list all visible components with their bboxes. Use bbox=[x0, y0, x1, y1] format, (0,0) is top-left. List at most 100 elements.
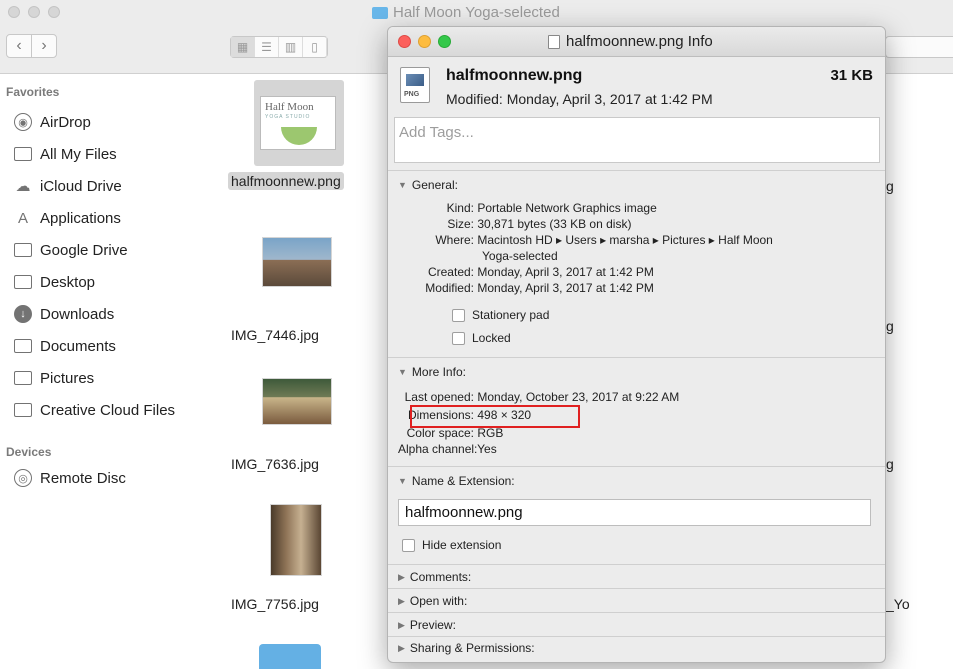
file-label-partial[interactable]: g bbox=[886, 456, 894, 472]
applications-icon: A bbox=[17, 209, 28, 227]
file-label-partial[interactable]: _Yo bbox=[886, 596, 910, 612]
last-opened-label: Last opened: bbox=[404, 390, 474, 404]
sidebar-item-all-my-files[interactable]: All My Files bbox=[14, 141, 117, 167]
cloud-icon: ☁ bbox=[15, 178, 31, 195]
where-label: Where: bbox=[435, 233, 474, 247]
info-close-button[interactable] bbox=[398, 35, 411, 48]
document-icon bbox=[548, 34, 560, 49]
file-label-partial[interactable]: g bbox=[886, 318, 894, 334]
section-comments-header[interactable]: ▶ Comments: bbox=[398, 570, 471, 584]
get-info-window: halfmoonnew.png Info PNG halfmoonnew.png… bbox=[387, 26, 886, 663]
folder-icon bbox=[372, 6, 388, 19]
hide-extension-checkbox-row[interactable]: Hide extension bbox=[402, 538, 501, 552]
info-zoom-button[interactable] bbox=[438, 35, 451, 48]
sidebar-item-icloud-drive[interactable]: ☁ iCloud Drive bbox=[14, 173, 122, 199]
folder-icon bbox=[14, 243, 32, 257]
section-divider bbox=[388, 636, 885, 637]
disclosure-closed-icon: ▶ bbox=[398, 595, 405, 606]
sidebar-item-remote-disc[interactable]: ◎ Remote Disc bbox=[14, 465, 126, 491]
forward-button[interactable]: › bbox=[31, 34, 57, 58]
airdrop-icon: ◉ bbox=[14, 113, 32, 131]
section-more-info-label: More Info: bbox=[411, 365, 466, 379]
section-open-with-label: Open with: bbox=[409, 594, 468, 608]
file-label[interactable]: IMG_7756.jpg bbox=[231, 596, 319, 612]
sidebar-item-label: Applications bbox=[40, 209, 121, 227]
sidebar-item-downloads[interactable]: ↓ Downloads bbox=[14, 301, 114, 327]
alpha-channel-value: Yes bbox=[477, 442, 497, 456]
documents-icon bbox=[14, 339, 32, 353]
section-divider bbox=[388, 357, 885, 358]
desktop-icon bbox=[14, 275, 32, 289]
column-view-icon[interactable]: ▥ bbox=[279, 37, 303, 57]
stationery-pad-checkbox-row[interactable]: Stationery pad bbox=[452, 308, 549, 322]
general-created-row: Created: Monday, April 3, 2017 at 1:42 P… bbox=[412, 265, 654, 279]
sidebar-item-label: Documents bbox=[40, 337, 116, 355]
section-divider bbox=[388, 612, 885, 613]
finder-minimize-button[interactable] bbox=[28, 6, 40, 18]
general-where-continuation: Yoga-selected bbox=[482, 249, 558, 263]
file-label[interactable]: IMG_7446.jpg bbox=[231, 327, 319, 343]
list-view-icon[interactable]: ☰ bbox=[255, 37, 279, 57]
section-open-with-header[interactable]: ▶ Open with: bbox=[398, 594, 467, 608]
tags-field[interactable]: Add Tags... bbox=[394, 117, 880, 163]
sidebar-item-desktop[interactable]: Desktop bbox=[14, 269, 95, 295]
file-label-partial[interactable]: g bbox=[886, 178, 894, 194]
sidebar-item-airdrop[interactable]: ◉ AirDrop bbox=[14, 109, 91, 135]
cover-flow-icon[interactable]: ▯ bbox=[303, 37, 327, 57]
info-title-text: halfmoonnew.png Info bbox=[566, 33, 713, 50]
sidebar-item-google-drive[interactable]: Google Drive bbox=[14, 237, 128, 263]
locked-checkbox[interactable] bbox=[452, 331, 465, 345]
finder-zoom-button[interactable] bbox=[48, 6, 60, 18]
color-space-label: Color space: bbox=[406, 426, 474, 440]
tags-placeholder: Add Tags... bbox=[399, 124, 474, 141]
icon-view-icon[interactable]: ▦ bbox=[231, 37, 255, 57]
finder-window-title: Half Moon Yoga-selected bbox=[372, 4, 560, 21]
size-label: Size: bbox=[447, 217, 474, 231]
disc-icon: ◎ bbox=[14, 469, 32, 487]
section-sharing-label: Sharing & Permissions: bbox=[409, 641, 535, 655]
all-files-icon bbox=[14, 147, 32, 161]
hide-extension-checkbox[interactable] bbox=[402, 538, 415, 552]
finder-title-text: Half Moon Yoga-selected bbox=[393, 4, 560, 21]
general-kind-row: Kind: Portable Network Graphics image bbox=[412, 201, 657, 215]
info-file-size: 31 KB bbox=[830, 67, 873, 84]
file-thumbnail-img-7446[interactable] bbox=[262, 237, 332, 287]
sidebar-item-pictures[interactable]: Pictures bbox=[14, 365, 94, 391]
folder-icon[interactable] bbox=[259, 644, 321, 669]
section-preview-header[interactable]: ▶ Preview: bbox=[398, 618, 456, 632]
alpha-channel-label: Alpha channel: bbox=[398, 442, 478, 456]
back-button[interactable]: ‹ bbox=[6, 34, 32, 58]
file-thumbnail-img-7756[interactable] bbox=[270, 504, 322, 576]
png-badge: PNG bbox=[404, 91, 420, 98]
section-general-header[interactable]: ▼ General: bbox=[398, 178, 458, 192]
view-mode-control[interactable]: ▦ ☰ ▥ ▯ bbox=[230, 36, 328, 58]
section-divider bbox=[388, 466, 885, 467]
sidebar-item-documents[interactable]: Documents bbox=[14, 333, 116, 359]
info-minimize-button[interactable] bbox=[418, 35, 431, 48]
file-label-selected[interactable]: halfmoonnew.png bbox=[228, 172, 344, 190]
finder-close-button[interactable] bbox=[8, 6, 20, 18]
section-name-extension-header[interactable]: ▼ Name & Extension: bbox=[398, 474, 515, 488]
sidebar-item-applications[interactable]: A Applications bbox=[14, 205, 121, 231]
dimensions-highlight-box bbox=[410, 405, 580, 428]
locked-checkbox-row[interactable]: Locked bbox=[452, 331, 511, 345]
section-more-info-header[interactable]: ▼ More Info: bbox=[398, 365, 466, 379]
sidebar-item-creative-cloud-files[interactable]: Creative Cloud Files bbox=[14, 397, 175, 423]
logo-bowl bbox=[281, 127, 317, 145]
file-thumbnail-halfmoon-logo[interactable]: Half Moon YOGA STUDIO bbox=[260, 96, 336, 150]
info-titlebar: halfmoonnew.png Info bbox=[388, 27, 885, 57]
last-opened-row: Last opened: Monday, October 23, 2017 at… bbox=[398, 390, 680, 404]
stationery-pad-checkbox[interactable] bbox=[452, 308, 465, 322]
info-header: PNG halfmoonnew.png 31 KB Modified: Mond… bbox=[388, 57, 885, 113]
camera-icon bbox=[14, 371, 32, 385]
file-label[interactable]: IMG_7636.jpg bbox=[231, 456, 319, 472]
section-sharing-header[interactable]: ▶ Sharing & Permissions: bbox=[398, 641, 535, 655]
file-thumbnail-img-7636[interactable] bbox=[262, 378, 332, 425]
info-window-title: halfmoonnew.png Info bbox=[548, 33, 713, 50]
modified-value: Monday, April 3, 2017 at 1:42 PM bbox=[477, 281, 654, 295]
search-field[interactable] bbox=[885, 36, 953, 58]
sidebar-item-label: Google Drive bbox=[40, 241, 128, 259]
logo-wordmark: Half Moon bbox=[265, 101, 314, 113]
file-name-input[interactable]: halfmoonnew.png bbox=[398, 499, 871, 526]
forward-arrow-icon: › bbox=[41, 37, 47, 54]
